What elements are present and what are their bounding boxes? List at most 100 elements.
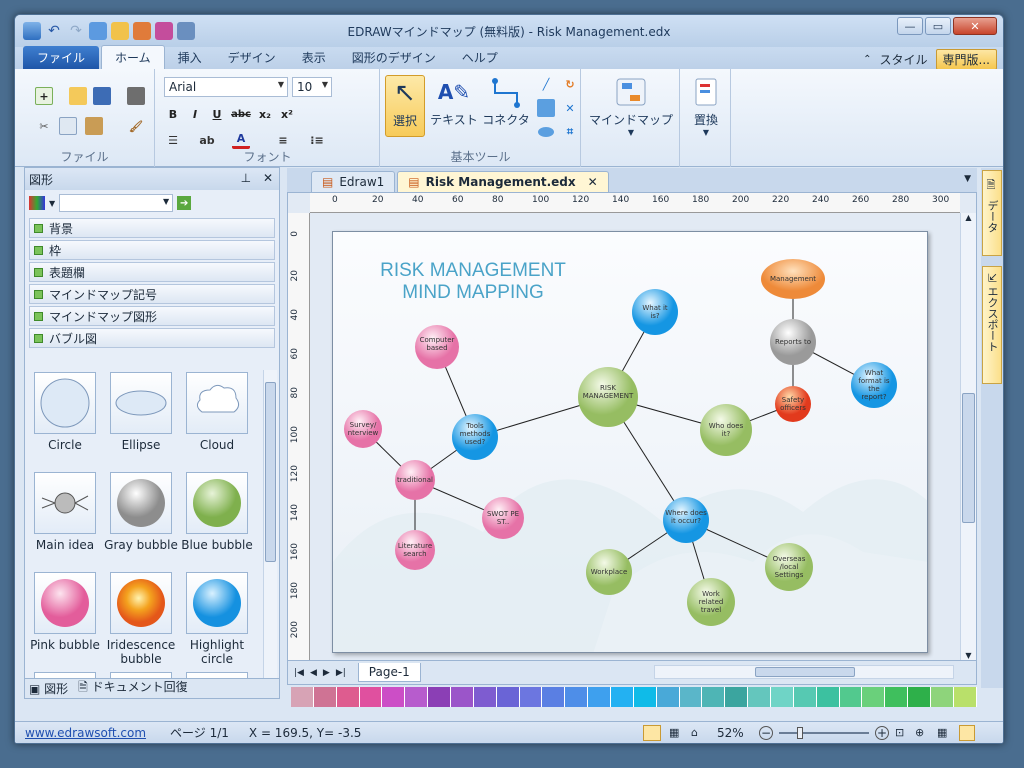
color-swatch[interactable] xyxy=(313,687,337,707)
align-icon[interactable]: ≡ xyxy=(274,131,292,149)
last-page-button[interactable]: ▶| xyxy=(336,668,346,678)
highlight-icon[interactable]: ab xyxy=(198,131,216,149)
color-swatch[interactable] xyxy=(862,687,886,707)
first-page-button[interactable]: |◀ xyxy=(294,668,304,678)
doc-tabs-dropdown-icon[interactable]: ▼ xyxy=(964,174,971,184)
close-button[interactable]: ✕ xyxy=(953,17,997,35)
zoom-slider-thumb[interactable] xyxy=(797,727,803,739)
new-icon[interactable]: + xyxy=(35,87,53,105)
copy-icon[interactable] xyxy=(59,117,77,135)
bold-button[interactable]: B xyxy=(164,105,182,123)
library-dropdown-icon[interactable]: ▼ xyxy=(49,199,55,208)
tab-home[interactable]: ホーム xyxy=(101,45,165,69)
zoom-out-button[interactable]: − xyxy=(759,725,773,740)
grid-icon[interactable]: ▦ xyxy=(937,726,947,739)
scrollbar-thumb[interactable] xyxy=(265,382,276,562)
undo-icon[interactable]: ↶ xyxy=(45,22,63,40)
color-swatch[interactable] xyxy=(542,687,566,707)
color-swatch[interactable] xyxy=(816,687,840,707)
color-swatch[interactable] xyxy=(702,687,726,707)
library-icon[interactable] xyxy=(29,196,45,210)
color-swatch[interactable] xyxy=(771,687,794,707)
color-swatch[interactable] xyxy=(588,687,612,707)
doc-tab-risk-management[interactable]: ▤ Risk Management.edx ✕ xyxy=(397,171,609,192)
node-what-it-is[interactable]: What it is? xyxy=(632,289,678,335)
color-swatch[interactable] xyxy=(496,687,520,707)
fit-page-icon[interactable]: ⊡ xyxy=(895,726,904,739)
doc-tab-close-icon[interactable]: ✕ xyxy=(588,175,598,189)
font-size-combo[interactable]: 10 ▼ xyxy=(292,77,332,97)
shape-circle[interactable]: Circle xyxy=(27,372,103,452)
clipboard-icon[interactable] xyxy=(155,22,173,40)
node-center[interactable]: RISK MANAGEMENT xyxy=(578,367,638,427)
node-computer-based[interactable]: Computer based xyxy=(415,325,459,369)
shape-cloud[interactable]: Cloud xyxy=(179,372,255,452)
node-where[interactable]: Where does it occur? xyxy=(663,497,709,543)
arc-tool-icon[interactable]: ↻ xyxy=(561,75,579,93)
scroll-down-arrow[interactable]: ▼ xyxy=(961,651,976,660)
color-swatch[interactable] xyxy=(679,687,703,707)
color-swatch[interactable] xyxy=(565,687,589,707)
color-swatch[interactable] xyxy=(953,687,977,707)
color-swatch[interactable] xyxy=(611,687,634,707)
color-swatch[interactable] xyxy=(451,687,474,707)
color-swatch[interactable] xyxy=(793,687,817,707)
tab-view[interactable]: 表示 xyxy=(289,46,339,69)
tab-design[interactable]: デザイン xyxy=(215,46,289,69)
crop-tool-icon[interactable]: ⌗ xyxy=(561,123,579,141)
text-tool[interactable]: A✎ テキスト xyxy=(429,75,479,128)
go-arrow-icon[interactable]: ➔ xyxy=(177,196,192,210)
color-swatch[interactable] xyxy=(656,687,680,707)
subscript-button[interactable]: x₂ xyxy=(256,105,274,123)
category-mindmap-shapes[interactable]: マインドマップ図形 xyxy=(29,306,275,326)
shape-ellipse[interactable]: Ellipse xyxy=(103,372,179,452)
color-swatch[interactable] xyxy=(473,687,497,707)
node-safety-officers[interactable]: Safety officers xyxy=(775,386,811,422)
mindmap-button[interactable]: マインドマップ ▼ xyxy=(586,75,676,137)
tab-help[interactable]: ヘルプ xyxy=(449,46,511,69)
node-report-format[interactable]: What format is the report? xyxy=(851,362,897,408)
new-shape-icon[interactable] xyxy=(89,22,107,40)
shape-gallery-scrollbar[interactable] xyxy=(263,370,277,688)
shape-pink-bubble[interactable]: Pink bubble xyxy=(27,572,103,652)
website-link[interactable]: www.edrawsoft.com xyxy=(25,726,146,740)
hscroll-thumb[interactable] xyxy=(755,667,855,677)
cut-icon[interactable]: ✂ xyxy=(35,117,53,135)
shape-highlight-circle[interactable]: Highlight circle xyxy=(179,572,255,666)
open-folder-icon[interactable] xyxy=(69,87,87,105)
paste-icon[interactable] xyxy=(85,117,103,135)
doc-tab-edraw1[interactable]: ▤ Edraw1 xyxy=(311,171,396,192)
page-tab-1[interactable]: Page-1 xyxy=(357,663,421,682)
scroll-up-arrow[interactable]: ▲ xyxy=(961,213,976,222)
color-swatch[interactable] xyxy=(931,687,954,707)
data-side-tab[interactable]: 🗎 データ xyxy=(982,170,1002,256)
node-workplace[interactable]: Workplace xyxy=(586,549,632,595)
shape-blue-bubble[interactable]: Blue bubble xyxy=(179,472,255,552)
view-normal-icon[interactable] xyxy=(643,724,661,741)
export-side-tab[interactable]: ⇲ エクスポート xyxy=(982,266,1002,384)
color-swatch[interactable] xyxy=(359,687,383,707)
color-swatch[interactable] xyxy=(748,687,772,707)
superscript-button[interactable]: x² xyxy=(278,105,296,123)
underline-button[interactable]: U xyxy=(208,105,226,123)
pin-icon[interactable]: ⊥ xyxy=(241,171,251,185)
doc-recovery-footer-tab[interactable]: 🗎 ドキュメント回復 xyxy=(78,678,187,699)
tab-shape-design[interactable]: 図形のデザイン xyxy=(339,46,449,69)
minimize-button[interactable]: — xyxy=(897,17,923,35)
drawing-page[interactable]: RISK MANAGEMENT MIND MAPPING RISK MANAGE… xyxy=(332,231,928,653)
panel-close-icon[interactable]: ✕ xyxy=(263,171,273,185)
color-swatch[interactable] xyxy=(908,687,932,707)
line-spacing-icon[interactable]: ☰ xyxy=(164,131,182,149)
bullets-icon[interactable]: ⁝≡ xyxy=(308,131,326,149)
collapse-ribbon-icon[interactable]: ⌃ xyxy=(863,54,871,65)
node-work-related-travel[interactable]: Work related travel xyxy=(687,578,735,626)
connector-tool[interactable]: コネクタ xyxy=(481,75,531,128)
zoom-in-button[interactable]: + xyxy=(875,725,889,740)
node-literature[interactable]: Literature search xyxy=(395,530,435,570)
tab-insert[interactable]: 挿入 xyxy=(165,46,215,69)
category-mindmap-symbols[interactable]: マインドマップ記号 xyxy=(29,284,275,304)
open-icon[interactable] xyxy=(111,22,129,40)
zoom-slider[interactable] xyxy=(779,727,869,739)
node-traditional[interactable]: traditional xyxy=(395,460,435,500)
tab-file[interactable]: ファイル xyxy=(23,46,100,69)
